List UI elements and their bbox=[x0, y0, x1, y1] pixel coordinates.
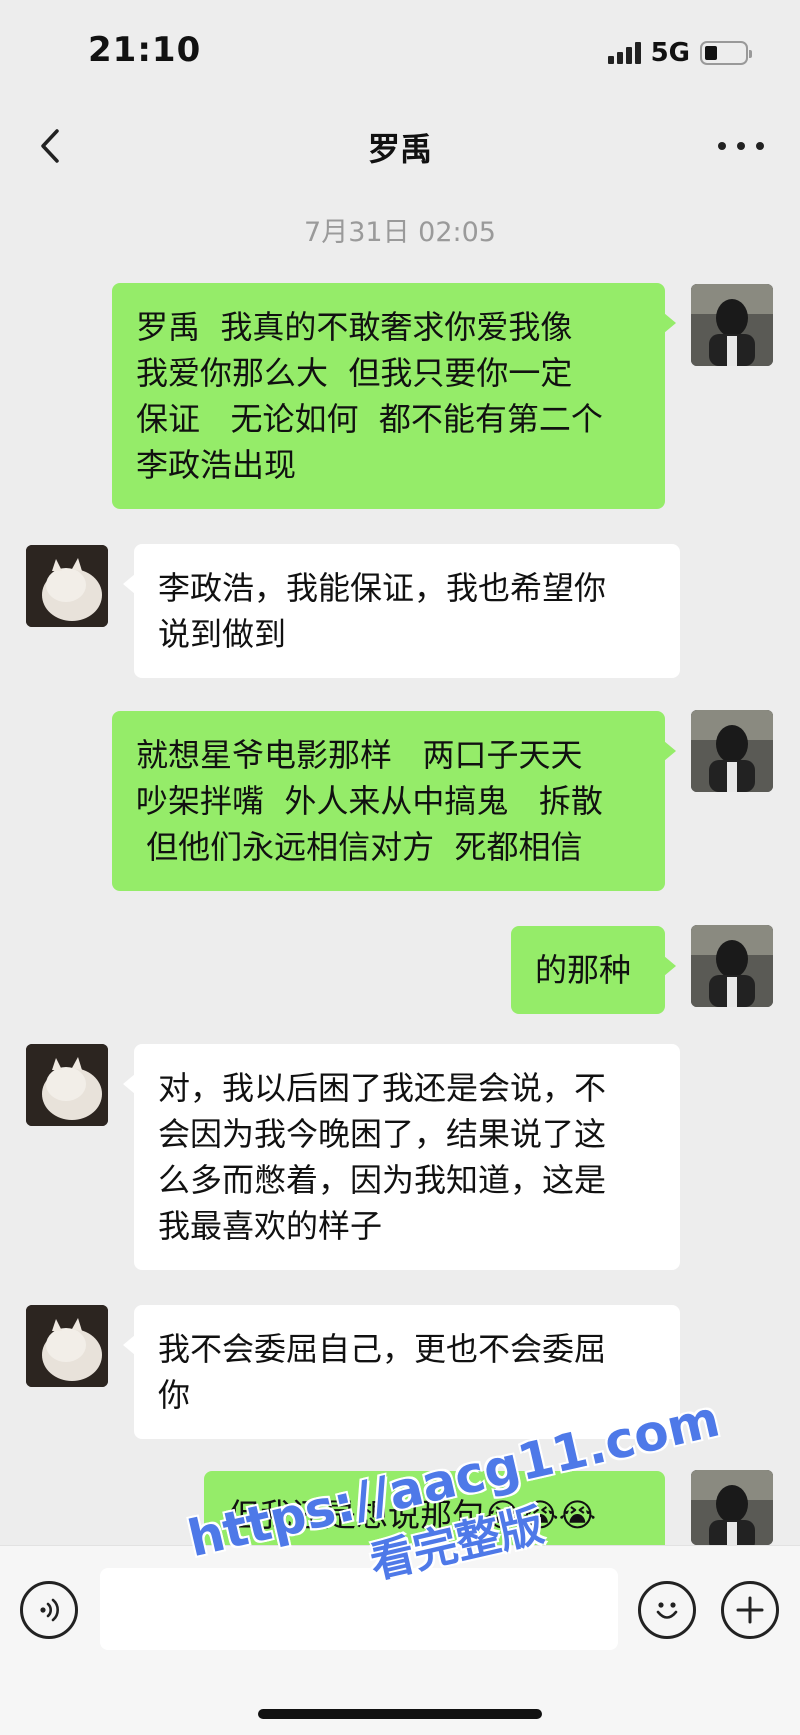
message-input[interactable] bbox=[100, 1568, 618, 1650]
nav-bar: 罗禹 bbox=[0, 110, 800, 185]
status-bar: 21:10 5G bbox=[0, 0, 800, 110]
message-bubble[interactable]: 我不会委屈自己，更也不会委屈 你 bbox=[123, 1305, 680, 1439]
network-label: 5G bbox=[650, 38, 690, 68]
plus-icon[interactable] bbox=[721, 1581, 779, 1639]
message-timestamp: 7月31日 02:05 bbox=[304, 217, 496, 248]
voice-icon[interactable] bbox=[20, 1581, 78, 1639]
status-icons: 5G bbox=[607, 38, 752, 68]
message-bubble[interactable]: 对，我以后困了我还是会说，不 会因为我今晚困了，结果说了这 么多而憋着，因为我知… bbox=[123, 1044, 680, 1270]
more-dots-icon[interactable] bbox=[718, 126, 764, 166]
my-avatar[interactable] bbox=[691, 284, 773, 366]
my-avatar[interactable] bbox=[691, 1470, 773, 1545]
home-indicator[interactable] bbox=[258, 1709, 542, 1719]
message-bubble[interactable]: 的那种 bbox=[511, 926, 676, 1014]
message-bubble[interactable]: 但我还是想说那句😭😭😭 bbox=[204, 1471, 665, 1545]
emoji-icon[interactable] bbox=[638, 1581, 696, 1639]
my-avatar[interactable] bbox=[691, 925, 773, 1007]
message-bubble[interactable]: 李政浩，我能保证，我也希望你 说到做到 bbox=[123, 544, 680, 678]
contact-avatar[interactable] bbox=[26, 1305, 108, 1387]
message-bubble[interactable]: 就想星爷电影那样 两口子天天 吵架拌嘴 外人来从中搞鬼 拆散 但他们永远相信对方… bbox=[112, 711, 676, 891]
my-avatar[interactable] bbox=[691, 710, 773, 792]
message-bubble[interactable]: 罗禹 我真的不敢奢求你爱我像 我爱你那么大 但我只要你一定 保证 无论如何 都不… bbox=[112, 283, 676, 509]
contact-avatar[interactable] bbox=[26, 1044, 108, 1126]
chat-title: 罗禹 bbox=[367, 130, 432, 168]
battery-icon bbox=[700, 41, 752, 65]
status-time: 21:10 bbox=[88, 30, 202, 70]
contact-avatar[interactable] bbox=[26, 545, 108, 627]
signal-icon bbox=[607, 42, 641, 64]
input-bar bbox=[0, 1545, 800, 1735]
